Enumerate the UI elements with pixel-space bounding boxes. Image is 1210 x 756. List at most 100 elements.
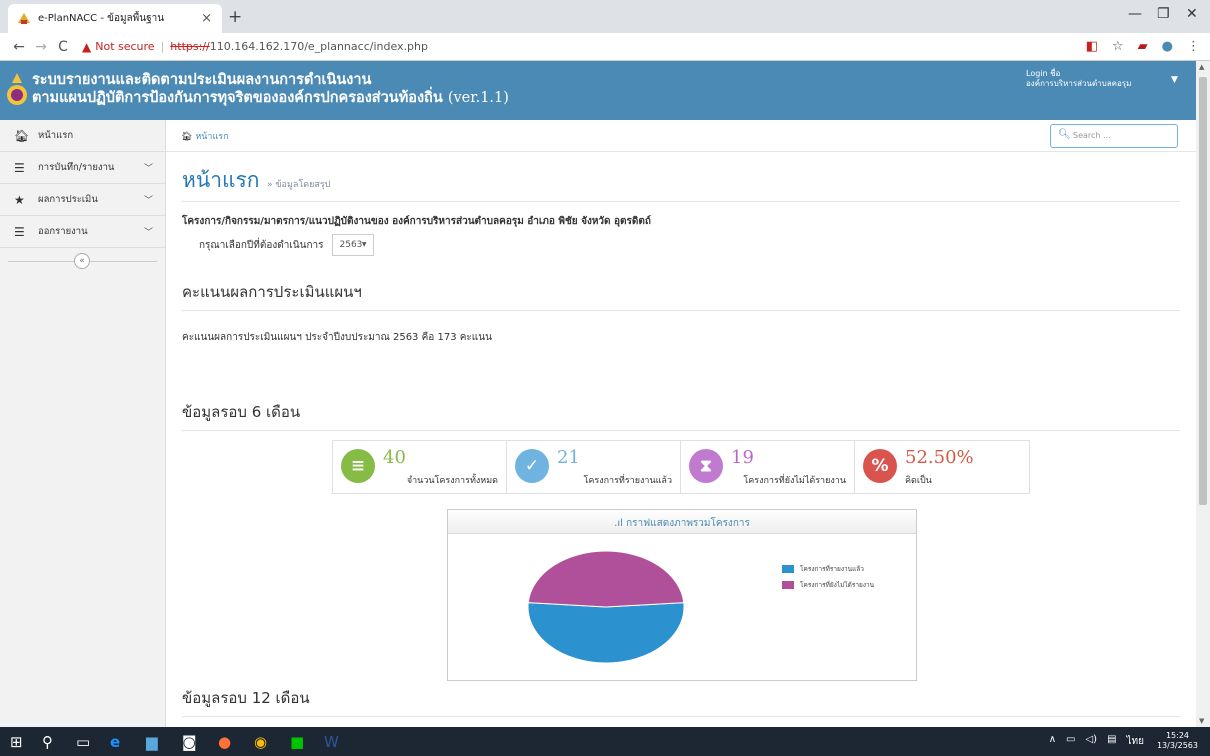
line-app-icon[interactable]: ■ xyxy=(290,733,304,751)
chart-header: .ıl กราฟแสดงภาพรวมโครงการ xyxy=(448,510,916,534)
login-label: Login ชื่อ xyxy=(1026,69,1061,78)
browser-tab[interactable]: e-PlanNACC - ข้อมูลพื้นฐาน × xyxy=(8,4,222,33)
bar-chart-icon: .ıl xyxy=(614,518,623,529)
pdf-extension-icon[interactable]: ▰ xyxy=(1138,39,1148,54)
clock[interactable]: 15:24 13/3/2563 xyxy=(1157,731,1198,751)
stat-label: จำนวนโครงการทั้งหมด xyxy=(406,476,498,486)
browser-menu-icon[interactable]: ⋮ xyxy=(1187,39,1200,54)
chevron-down-icon: ﹀ xyxy=(143,196,153,206)
stat-label: โครงการที่รายงานแล้ว xyxy=(583,476,672,486)
login-name: องค์การบริหารส่วนตำบลคอรุม xyxy=(1026,79,1132,88)
legend-item: โครงการที่ยังไม่ได้รายงาน xyxy=(782,580,874,590)
url-scheme: https:// xyxy=(170,40,210,53)
stat-value: 52.50% xyxy=(905,447,974,468)
word-icon[interactable]: W xyxy=(324,733,339,751)
tab-title: e-PlanNACC - ข้อมูลพื้นฐาน xyxy=(38,13,165,24)
stat-reported: ✓ 21 โครงการที่รายงานแล้ว xyxy=(507,441,681,493)
bookmark-star-icon[interactable]: ☆ xyxy=(1112,39,1124,54)
search-placeholder: Search ... xyxy=(1073,131,1111,140)
new-tab-button[interactable]: + xyxy=(228,7,242,27)
store-icon[interactable]: ◙ xyxy=(182,733,197,751)
database-icon: ≡ xyxy=(341,449,375,483)
firefox-icon[interactable]: ● xyxy=(218,733,231,751)
volume-icon[interactable]: ◁) xyxy=(1085,734,1097,749)
list-icon: ☰ xyxy=(14,224,25,239)
browser-toolbar-icons: ◧ ☆ ▰ ● ⋮ xyxy=(1086,39,1200,54)
star-icon: ★ xyxy=(14,192,25,207)
stats-panel: ≡ 40 จำนวนโครงการทั้งหมด ✓ 21 โครงการที่… xyxy=(332,440,1030,494)
scroll-up-icon[interactable]: ▲ xyxy=(1199,63,1204,71)
search-icon[interactable]: ⚲ xyxy=(42,733,53,751)
edge-browser-icon[interactable]: e xyxy=(110,733,120,751)
url-path: 110.164.162.170/e_plannacc/index.php xyxy=(209,40,428,53)
forward-icon[interactable]: → xyxy=(30,39,52,55)
network-icon[interactable]: ▭ xyxy=(1066,734,1075,749)
sidebar-item-label: หน้าแรก xyxy=(38,130,74,141)
close-window-icon[interactable]: ✕ xyxy=(1186,6,1198,22)
chrome-icon[interactable]: ◉ xyxy=(254,733,267,751)
score-text: คะแนนผลการประเมินแผนฯ ประจำปีงบประมาณ 25… xyxy=(182,332,492,343)
nacc-logo-icon xyxy=(7,73,27,105)
sidebar-item-record-report[interactable]: ☰ การบันทึก/รายงาน ﹀ xyxy=(0,152,165,184)
app-title: ระบบรายงานและติดตามประเมินผลงานการดำเนิน… xyxy=(32,71,509,107)
not-secure-label: Not secure xyxy=(95,40,155,53)
url-field[interactable]: ▲ Not secure | https:// 110.164.162.170/… xyxy=(82,40,428,54)
cookie-icon[interactable]: ◧ xyxy=(1086,39,1098,54)
sidebar-item-label: ออกรายงาน xyxy=(38,226,88,237)
twelve-month-heading: ข้อมูลรอบ 12 เดือน xyxy=(182,686,1180,717)
year-value: 2563 xyxy=(339,240,363,250)
home-icon: 🏠︎ xyxy=(14,128,30,143)
stat-value: 19 xyxy=(731,447,754,468)
six-month-heading: ข้อมูลรอบ 6 เดือน xyxy=(182,400,1180,431)
sidebar-item-evaluation[interactable]: ★ ผลการประเมิน ﹀ xyxy=(0,184,165,216)
stat-total-projects: ≡ 40 จำนวนโครงการทั้งหมด xyxy=(333,441,507,493)
app-title-line2: ตามแผนปฏิบัติการป้องกันการทุจริตขององค์ก… xyxy=(32,89,443,106)
scrollbar-thumb[interactable] xyxy=(1199,77,1207,505)
page-header: หน้าแรก » ข้อมูลโดยสรุป xyxy=(182,164,1180,202)
notification-icon[interactable]: ▤ xyxy=(1107,734,1116,749)
collapse-sidebar-icon[interactable]: « xyxy=(74,253,90,269)
breadcrumb-home[interactable]: 🏠︎ หน้าแรก xyxy=(181,129,229,143)
system-tray: ∧ ▭ ◁) ▤ ไทย xyxy=(1049,734,1144,749)
caret-down-icon: ▼ xyxy=(1171,75,1178,85)
tab-close-icon[interactable]: × xyxy=(201,11,212,26)
breadcrumb: 🏠︎ หน้าแรก 🔍︎ Search ... xyxy=(166,120,1196,152)
back-icon[interactable]: ← xyxy=(8,39,30,55)
restore-icon[interactable]: ❐ xyxy=(1157,6,1170,22)
search-input[interactable]: 🔍︎ Search ... xyxy=(1050,124,1178,148)
warning-icon: ▲ xyxy=(82,39,92,54)
app-version: (ver.1.1) xyxy=(447,90,509,106)
clock-date: 13/3/2563 xyxy=(1156,741,1198,750)
task-view-icon[interactable]: ▭ xyxy=(76,733,90,751)
app-title-line1: ระบบรายงานและติดตามประเมินผลงานการดำเนิน… xyxy=(32,71,372,88)
url-separator: | xyxy=(160,40,165,53)
page-subtitle: » ข้อมูลโดยสรุป xyxy=(267,180,331,190)
sidebar-item-export-report[interactable]: ☰ ออกรายงาน ﹀ xyxy=(0,216,165,248)
caret-down-icon: ▼ xyxy=(361,241,367,248)
org-description: โครงการ/กิจกรรม/มาตรการ/แนวปฏิบัติงานของ… xyxy=(182,216,651,227)
legend-item: โครงการที่รายงานแล้ว xyxy=(782,564,874,574)
windows-start-icon[interactable]: ⊞ xyxy=(10,733,23,751)
legend-label: โครงการที่ยังไม่ได้รายงาน xyxy=(800,581,875,589)
year-select[interactable]: 2563 ▼ xyxy=(331,234,374,256)
chevron-down-icon: ﹀ xyxy=(143,164,153,174)
profile-avatar-icon[interactable]: ● xyxy=(1162,39,1173,54)
chevron-down-icon: ﹀ xyxy=(143,228,153,238)
legend-swatch xyxy=(782,581,794,589)
stat-label: คิดเป็น xyxy=(905,476,932,486)
sidebar-item-home[interactable]: 🏠︎ หน้าแรก xyxy=(0,120,165,152)
minimize-icon[interactable]: — xyxy=(1128,6,1142,22)
clock-time: 15:24 xyxy=(1165,731,1190,740)
search-icon: 🔍︎ xyxy=(1058,129,1071,140)
stat-value: 40 xyxy=(383,447,406,468)
windows-taskbar: ⊞ ⚲ ▭ e ▆ ◙ ● ◉ ■ W ∧ ▭ ◁) ▤ ไทย 15:24 1… xyxy=(0,727,1210,756)
scroll-down-icon[interactable]: ▼ xyxy=(1199,717,1204,725)
login-menu[interactable]: Login ชื่อ องค์การบริหารส่วนตำบลคอรุม ▼ xyxy=(1026,69,1178,89)
chevron-up-icon[interactable]: ∧ xyxy=(1049,734,1056,749)
file-explorer-icon[interactable]: ▆ xyxy=(146,733,158,751)
language-indicator[interactable]: ไทย xyxy=(1127,734,1144,749)
chart-title: กราฟแสดงภาพรวมโครงการ xyxy=(626,518,750,529)
reload-icon[interactable]: C xyxy=(52,39,74,55)
page-scrollbar[interactable]: ▲ ▼ xyxy=(1196,61,1210,727)
stat-percentage: % 52.50% คิดเป็น xyxy=(855,441,1029,493)
